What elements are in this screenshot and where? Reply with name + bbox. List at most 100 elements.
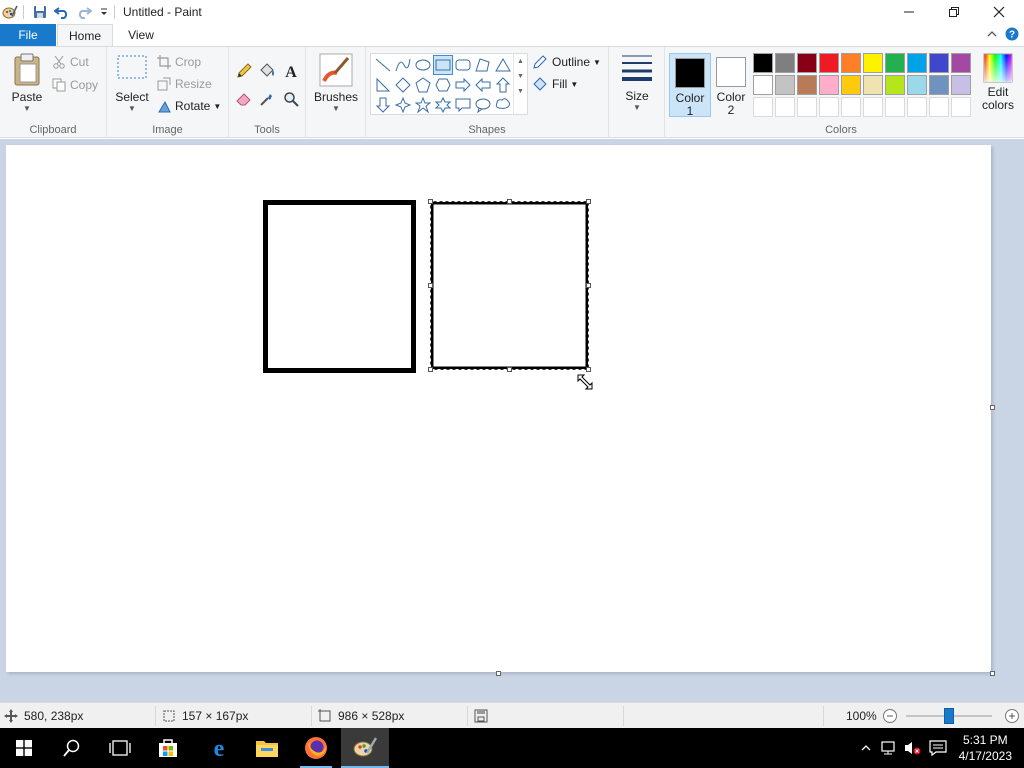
rectangle-shape-icon[interactable] (433, 55, 453, 75)
palette-swatch-empty[interactable] (885, 97, 905, 117)
paint-app[interactable] (341, 728, 389, 768)
up-arrow-shape-icon[interactable] (493, 75, 513, 95)
palette-swatch[interactable] (753, 53, 773, 73)
store-app[interactable] (144, 728, 192, 768)
cut-button[interactable]: Cut (52, 52, 89, 72)
scroll-down-icon[interactable]: ▼ (514, 73, 527, 80)
five-point-star-shape-icon[interactable] (413, 95, 433, 115)
triangle-shape-icon[interactable] (493, 55, 513, 75)
task-view-button[interactable] (96, 728, 144, 768)
line-shape-icon[interactable] (373, 55, 393, 75)
polygon-shape-icon[interactable] (473, 55, 493, 75)
shapes-gallery-scrollbar[interactable]: ▲ ▼ ▼ (513, 54, 527, 114)
search-button[interactable] (48, 728, 96, 768)
tab-view[interactable]: View (118, 24, 164, 46)
color2-button[interactable]: Color 2 (711, 53, 751, 117)
file-explorer-app[interactable] (243, 728, 291, 768)
color-picker-icon[interactable] (256, 88, 278, 110)
size-button[interactable]: Size ▼ (615, 53, 659, 117)
right-arrow-shape-icon[interactable] (453, 75, 473, 95)
palette-swatch[interactable] (819, 75, 839, 95)
palette-swatch-empty[interactable] (819, 97, 839, 117)
palette-swatch[interactable] (797, 53, 817, 73)
resize-button[interactable]: Resize (157, 74, 212, 94)
edge-app[interactable]: e (195, 728, 243, 768)
save-icon[interactable] (32, 4, 48, 20)
restore-button[interactable] (931, 0, 977, 24)
palette-swatch-empty[interactable] (797, 97, 817, 117)
rectangular-callout-shape-icon[interactable] (453, 95, 473, 115)
show-hidden-icons-chevron-icon[interactable] (856, 738, 876, 758)
rounded-rectangle-shape-icon[interactable] (453, 55, 473, 75)
oval-callout-shape-icon[interactable] (473, 95, 493, 115)
canvas-resize-handle-bottom[interactable] (496, 671, 501, 676)
canvas-resize-handle-corner[interactable] (990, 671, 995, 676)
zoom-in-button[interactable] (1004, 708, 1020, 724)
brushes-button[interactable]: Brushes ▼ (312, 53, 360, 117)
close-button[interactable] (976, 0, 1022, 24)
palette-swatch[interactable] (841, 53, 861, 73)
palette-swatch-empty[interactable] (863, 97, 883, 117)
eraser-icon[interactable] (233, 88, 255, 110)
palette-swatch[interactable] (885, 75, 905, 95)
shape-resize-handles[interactable] (428, 199, 591, 372)
palette-swatch[interactable] (841, 75, 861, 95)
palette-swatch[interactable] (907, 75, 927, 95)
curve-shape-icon[interactable] (393, 55, 413, 75)
start-button[interactable] (0, 728, 48, 768)
crop-button[interactable]: Crop (157, 52, 201, 72)
redo-icon[interactable] (76, 4, 92, 20)
six-point-star-shape-icon[interactable] (433, 95, 453, 115)
palette-swatch-empty[interactable] (929, 97, 949, 117)
volume-muted-icon[interactable] (903, 738, 923, 758)
left-arrow-shape-icon[interactable] (473, 75, 493, 95)
tab-home[interactable]: Home (57, 24, 113, 47)
network-icon[interactable] (879, 738, 899, 758)
scroll-up-icon[interactable]: ▲ (514, 58, 527, 65)
palette-swatch-empty[interactable] (951, 97, 971, 117)
four-point-star-shape-icon[interactable] (393, 95, 413, 115)
pentagon-shape-icon[interactable] (413, 75, 433, 95)
text-tool-icon[interactable]: A (280, 60, 302, 82)
palette-swatch[interactable] (929, 53, 949, 73)
customize-dropdown-icon[interactable] (96, 4, 112, 20)
palette-swatch[interactable] (753, 75, 773, 95)
minimize-button[interactable] (886, 0, 932, 24)
palette-swatch[interactable] (951, 75, 971, 95)
undo-icon[interactable] (54, 4, 70, 20)
tab-file[interactable]: File (0, 24, 56, 46)
palette-swatch[interactable] (775, 75, 795, 95)
canvas-resize-handle-right[interactable] (990, 405, 995, 410)
paste-button[interactable]: Paste ▼ (6, 53, 48, 117)
palette-swatch-empty[interactable] (841, 97, 861, 117)
palette-swatch-empty[interactable] (907, 97, 927, 117)
zoom-out-button[interactable] (882, 708, 898, 724)
hexagon-shape-icon[interactable] (433, 75, 453, 95)
palette-swatch[interactable] (819, 53, 839, 73)
taskbar-clock[interactable]: 5:31 PM 4/17/2023 (959, 732, 1012, 764)
zoom-slider-thumb[interactable] (944, 708, 954, 724)
drawing-canvas[interactable] (6, 145, 991, 672)
action-center-icon[interactable] (928, 738, 948, 758)
palette-swatch-empty[interactable] (775, 97, 795, 117)
palette-swatch[interactable] (797, 75, 817, 95)
fill-button[interactable]: Fill ▼ (532, 74, 578, 94)
help-icon[interactable]: ? (1005, 27, 1019, 44)
edit-colors-button[interactable]: Edit colors (975, 53, 1021, 117)
palette-swatch-empty[interactable] (753, 97, 773, 117)
magnifier-icon[interactable] (280, 88, 302, 110)
color1-button[interactable]: Color 1 (669, 53, 711, 118)
active-rectangle[interactable] (430, 201, 589, 370)
palette-swatch[interactable] (775, 53, 795, 73)
fill-bucket-icon[interactable] (256, 60, 278, 82)
ribbon-collapse-icon[interactable] (986, 28, 998, 43)
down-arrow-shape-icon[interactable] (373, 95, 393, 115)
cloud-callout-shape-icon[interactable] (493, 95, 513, 115)
palette-swatch[interactable] (863, 75, 883, 95)
diamond-shape-icon[interactable] (393, 75, 413, 95)
palette-swatch[interactable] (863, 53, 883, 73)
pencil-icon[interactable] (233, 60, 255, 82)
palette-swatch[interactable] (929, 75, 949, 95)
rotate-button[interactable]: Rotate ▼ (157, 96, 221, 116)
oval-shape-icon[interactable] (413, 55, 433, 75)
